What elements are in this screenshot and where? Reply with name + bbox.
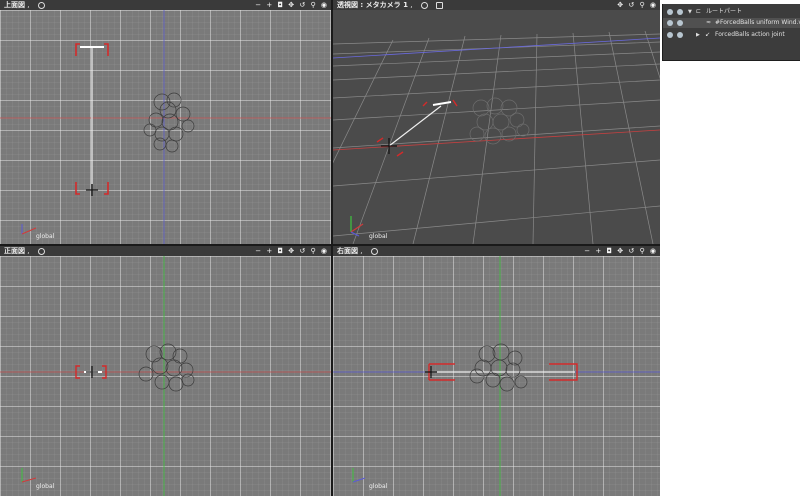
viewport-divider-vertical[interactable] [331, 0, 333, 496]
balls-cluster [138, 343, 195, 392]
camera-target-icon[interactable] [370, 247, 378, 255]
viewport-toolbar: − + ◘ ✥ ↺ ⚲ ◉ [252, 246, 327, 256]
joint-icon: ↙ [705, 31, 711, 38]
bounds-bracket [75, 182, 80, 195]
reset-view-icon[interactable]: ◉ [321, 247, 327, 255]
move-icon[interactable]: ✥ [617, 247, 623, 255]
coord-label: global [36, 233, 55, 240]
render-icon[interactable] [677, 9, 683, 15]
bounds-bracket [104, 43, 109, 56]
visibility-icon[interactable] [667, 9, 673, 15]
viewport-title: 正面図 [4, 247, 25, 255]
zoom-out-icon[interactable]: − [255, 247, 261, 255]
camera-icon[interactable]: ◘ [607, 247, 613, 255]
reset-view-icon[interactable]: ◉ [321, 1, 327, 9]
scene-tree-panel: ▼ ⊏ ルートパート ≈ #ForcedBalls uniform Wind.v… [662, 4, 800, 61]
move-icon[interactable]: ✥ [617, 1, 623, 9]
camera-target-icon[interactable] [37, 247, 45, 255]
wind-icon: ≈ [706, 19, 712, 26]
tree-row-joint[interactable]: ▶ ↙ ForcedBalls action joint [663, 30, 800, 40]
viewport-divider-horizontal[interactable] [0, 244, 660, 246]
balls-cluster [143, 92, 195, 153]
tree-row-root[interactable]: ▼ ⊏ ルートパート [663, 7, 800, 17]
gizmo-x [21, 227, 37, 235]
zoom-in-icon[interactable]: + [266, 1, 272, 9]
rotate-icon[interactable]: ↺ [299, 247, 305, 255]
tree-item-label: ForcedBalls action joint [715, 31, 785, 38]
camera-icon[interactable]: ◘ [278, 247, 284, 255]
viewport-title-suffix: , [25, 1, 30, 9]
viewport-perspective[interactable]: 透視図 : メタカメラ 1 , ✥ ↺ ⚲ ◉ global [333, 0, 660, 244]
viewport-toolbar: − + ◘ ✥ ↺ ⚲ ◉ [581, 246, 656, 256]
reset-view-icon[interactable]: ◉ [650, 1, 656, 9]
zoom-icon[interactable]: ⚲ [640, 1, 645, 9]
viewport-front[interactable]: 正面図 , − + ◘ ✥ ↺ ⚲ ◉ global [0, 246, 331, 496]
visibility-icon[interactable] [667, 20, 673, 26]
viewport-title-suffix: , [358, 247, 363, 255]
move-icon[interactable]: ✥ [288, 247, 294, 255]
viewport-right[interactable]: 右面図 , − + ◘ ✥ ↺ ⚲ ◉ global [333, 246, 660, 496]
viewport-header: 正面図 , − + ◘ ✥ ↺ ⚲ ◉ [0, 246, 331, 256]
viewport-title: 透視図 : メタカメラ 1 [337, 1, 408, 9]
collapse-triangle-icon[interactable]: ▶ [696, 30, 700, 40]
viewport-header: 透視図 : メタカメラ 1 , ✥ ↺ ⚲ ◉ [333, 0, 660, 10]
rotate-icon[interactable]: ↺ [628, 247, 634, 255]
gizmo-x [21, 477, 37, 483]
viewport-title: 右面図 [337, 247, 358, 255]
viewport-title: 上面図 [4, 1, 25, 9]
reset-view-icon[interactable]: ◉ [650, 247, 656, 255]
camera-target-icon[interactable] [420, 1, 428, 9]
bounds-bracket [104, 182, 109, 195]
front-view-scene [0, 256, 331, 496]
balls-cluster [469, 343, 528, 392]
zoom-out-icon[interactable]: − [584, 247, 590, 255]
top-view-scene [0, 10, 331, 244]
perspective-scene [333, 10, 660, 244]
bounds-bracket [75, 43, 80, 56]
coord-label: global [36, 483, 55, 490]
coord-label: global [369, 233, 388, 240]
camera-object-icon[interactable] [435, 1, 443, 9]
move-icon[interactable]: ✥ [288, 1, 294, 9]
right-view-scene [333, 256, 660, 496]
coord-label: global [369, 483, 388, 490]
zoom-icon[interactable]: ⚲ [311, 1, 316, 9]
viewport-title-suffix: , [407, 1, 413, 9]
zoom-icon[interactable]: ⚲ [311, 247, 316, 255]
camera-target-icon[interactable] [37, 1, 45, 9]
viewport-header: 上面図 , − + ◘ ✥ ↺ ⚲ ◉ [0, 0, 331, 10]
zoom-in-icon[interactable]: + [266, 247, 272, 255]
zoom-out-icon[interactable]: − [255, 1, 261, 9]
rotate-icon[interactable]: ↺ [628, 1, 634, 9]
tree-item-label: #ForcedBalls uniform Wind.velo [715, 19, 800, 26]
visibility-icon[interactable] [667, 32, 673, 38]
part-icon: ⊏ [696, 8, 702, 15]
camera-icon[interactable]: ◘ [278, 1, 284, 9]
gizmo-z [352, 477, 366, 483]
render-icon[interactable] [677, 20, 683, 26]
zoom-icon[interactable]: ⚲ [640, 247, 645, 255]
viewport-header: 右面図 , − + ◘ ✥ ↺ ⚲ ◉ [333, 246, 660, 256]
rotate-icon[interactable]: ↺ [299, 1, 305, 9]
render-icon[interactable] [677, 32, 683, 38]
viewport-top[interactable]: 上面図 , − + ◘ ✥ ↺ ⚲ ◉ global [0, 0, 331, 244]
viewport-toolbar: ✥ ↺ ⚲ ◉ [614, 0, 656, 10]
viewport-toolbar: − + ◘ ✥ ↺ ⚲ ◉ [252, 0, 327, 10]
zoom-in-icon[interactable]: + [595, 247, 601, 255]
tree-item-label: ルートパート [706, 8, 743, 15]
viewport-title-suffix: , [25, 247, 30, 255]
expand-triangle-icon[interactable]: ▼ [688, 7, 692, 17]
tree-row-wind[interactable]: ≈ #ForcedBalls uniform Wind.velo [663, 18, 800, 28]
